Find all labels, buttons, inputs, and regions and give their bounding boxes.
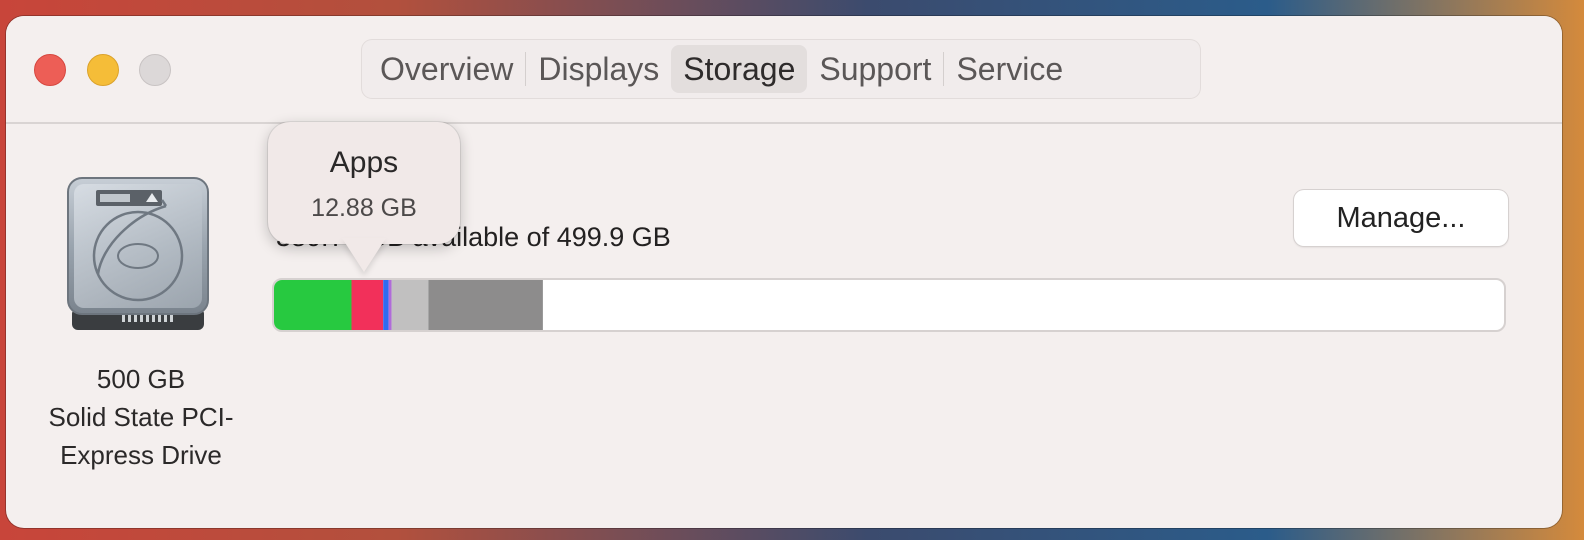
- storage-usage-bar[interactable]: [272, 278, 1506, 332]
- tab-service[interactable]: Service: [944, 45, 1075, 93]
- tab-overview[interactable]: Overview: [368, 45, 525, 93]
- drive-type-line-1: Solid State PCI-: [48, 402, 234, 432]
- drive-caption: 500 GB Solid State PCI- Express Drive: [16, 360, 266, 474]
- manage-button[interactable]: Manage...: [1294, 190, 1508, 246]
- tooltip-value: 12.88 GB: [311, 194, 417, 222]
- drive-capacity: 500 GB: [96, 364, 186, 394]
- hard-drive-icon: [62, 176, 214, 336]
- tab-support[interactable]: Support: [807, 45, 943, 93]
- storage-segment-system-data[interactable]: [391, 280, 429, 330]
- storage-segment-tooltip: Apps 12.88 GB: [268, 122, 460, 244]
- storage-segment-apps[interactable]: [274, 280, 352, 330]
- tooltip-pointer: [342, 238, 386, 272]
- storage-segment-system[interactable]: [428, 280, 543, 330]
- drive-type-line-2: Express Drive: [60, 440, 222, 470]
- zoom-window-button[interactable]: [139, 54, 171, 86]
- storage-segment-other-users[interactable]: [388, 280, 392, 330]
- tab-storage[interactable]: Storage: [671, 45, 808, 93]
- storage-segment-documents[interactable]: [351, 280, 384, 330]
- tooltip-title: Apps: [329, 146, 399, 179]
- tab-displays[interactable]: Displays: [526, 45, 671, 93]
- minimize-window-button[interactable]: [87, 54, 119, 86]
- storage-usage-segments: [274, 280, 543, 330]
- titlebar: Overview Displays Storage Support Servic…: [6, 16, 1562, 124]
- close-window-button[interactable]: [34, 54, 66, 86]
- storage-segment-ios-files[interactable]: [383, 280, 389, 330]
- system-information-window: Overview Displays Storage Support Servic…: [6, 16, 1562, 528]
- tab-bar: Overview Displays Storage Support Servic…: [362, 40, 1200, 98]
